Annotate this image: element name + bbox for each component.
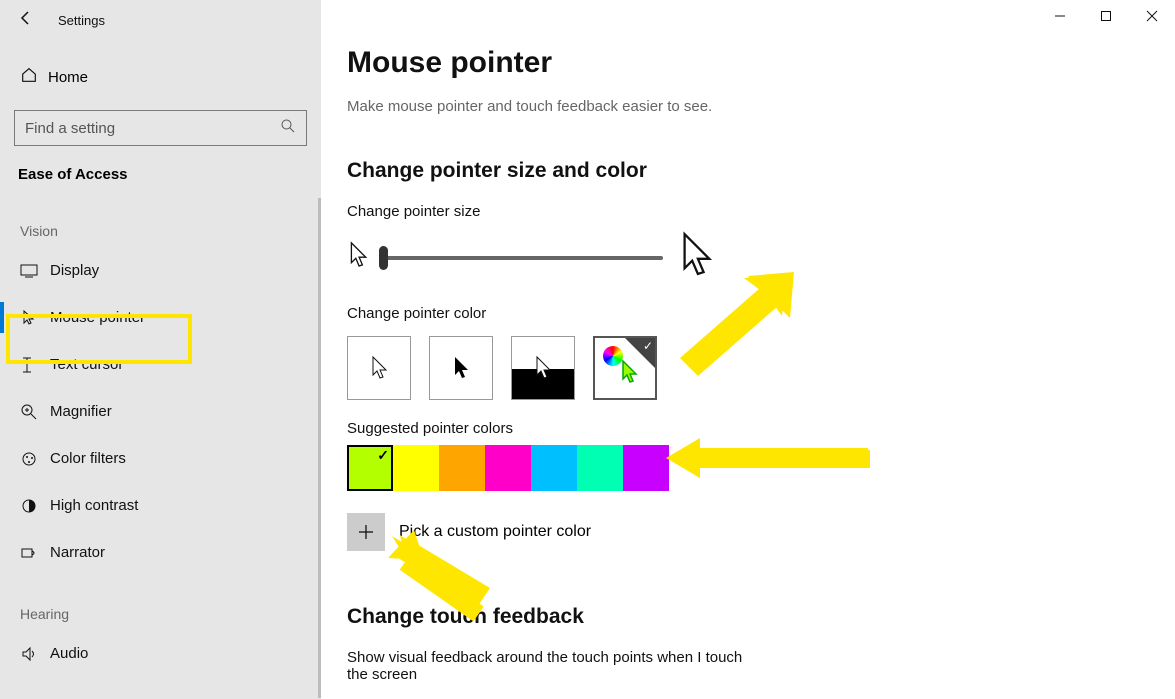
group-heading-vision: Vision xyxy=(0,193,321,247)
search-input[interactable]: Find a setting xyxy=(14,110,307,146)
sidebar-item-magnifier[interactable]: Magnifier xyxy=(0,388,321,435)
maximize-button[interactable] xyxy=(1083,0,1129,32)
search-placeholder: Find a setting xyxy=(25,120,280,137)
search-icon xyxy=(280,118,296,138)
sidebar-item-label: Text cursor xyxy=(50,356,123,373)
pointer-color-options xyxy=(321,322,1175,400)
touch-feedback-text: Show visual feedback around the touch po… xyxy=(321,629,761,683)
suggested-color-0[interactable] xyxy=(347,445,393,491)
suggested-color-6[interactable] xyxy=(623,445,669,491)
pointer-color-label: Change pointer color xyxy=(321,285,1175,322)
pointer-size-slider-row xyxy=(321,220,1175,285)
pointer-size-label: Change pointer size xyxy=(321,183,1175,220)
suggested-color-1[interactable] xyxy=(393,445,439,491)
sidebar-item-label: Mouse pointer xyxy=(50,309,145,326)
pointer-color-white[interactable] xyxy=(347,336,411,400)
sidebar-item-color-filters[interactable]: Color filters xyxy=(0,435,321,482)
display-icon xyxy=(20,264,50,278)
narrator-icon xyxy=(20,544,50,562)
home-link[interactable]: Home xyxy=(0,56,321,98)
cursor-large-icon xyxy=(677,230,715,285)
sidebar: Settings Home Find a setting Ease of Acc… xyxy=(0,0,321,699)
pointer-color-inverted[interactable] xyxy=(511,336,575,400)
section-heading-touch: Change touch feedback xyxy=(321,551,1175,629)
sidebar-item-label: Color filters xyxy=(50,450,126,467)
pointer-size-slider[interactable] xyxy=(383,256,663,260)
magnifier-icon xyxy=(20,403,50,421)
suggested-colors-label: Suggested pointer colors xyxy=(321,400,1175,437)
high-contrast-icon xyxy=(20,497,50,515)
sidebar-item-high-contrast[interactable]: High contrast xyxy=(0,482,321,529)
suggested-color-5[interactable] xyxy=(577,445,623,491)
cursor-small-icon xyxy=(347,240,369,275)
slider-thumb[interactable] xyxy=(379,246,388,270)
category-heading: Ease of Access xyxy=(0,146,321,193)
pointer-color-black[interactable] xyxy=(429,336,493,400)
pointer-color-custom[interactable] xyxy=(593,336,657,400)
sidebar-item-label: Narrator xyxy=(50,544,105,561)
custom-color-label: Pick a custom pointer color xyxy=(399,523,591,541)
sidebar-item-display[interactable]: Display xyxy=(0,247,321,294)
section-heading-size-color: Change pointer size and color xyxy=(321,115,1175,183)
audio-icon xyxy=(20,645,50,663)
home-label: Home xyxy=(48,69,88,86)
suggested-color-3[interactable] xyxy=(485,445,531,491)
color-filters-icon xyxy=(20,450,50,468)
pointer-icon xyxy=(20,309,50,327)
sidebar-item-audio[interactable]: Audio xyxy=(0,630,321,677)
sidebar-item-label: High contrast xyxy=(50,497,138,514)
sidebar-item-label: Magnifier xyxy=(50,403,112,420)
suggested-color-2[interactable] xyxy=(439,445,485,491)
main-content: Mouse pointer Make mouse pointer and tou… xyxy=(321,0,1175,699)
suggested-color-4[interactable] xyxy=(531,445,577,491)
titlebar: Settings xyxy=(0,0,321,40)
group-heading-hearing: Hearing xyxy=(0,576,321,630)
sidebar-item-narrator[interactable]: Narrator xyxy=(0,529,321,576)
suggested-colors-row xyxy=(321,437,1175,491)
sidebar-item-label: Audio xyxy=(50,645,88,662)
custom-color-row: Pick a custom pointer color xyxy=(321,491,1175,551)
pick-custom-color-button[interactable] xyxy=(347,513,385,551)
window-controls xyxy=(1037,0,1175,32)
sidebar-item-text-cursor[interactable]: Text cursor xyxy=(0,341,321,388)
close-button[interactable] xyxy=(1129,0,1175,32)
back-icon[interactable] xyxy=(18,10,38,31)
sidebar-item-label: Display xyxy=(50,262,99,279)
sidebar-item-mouse-pointer[interactable]: Mouse pointer xyxy=(0,294,321,341)
minimize-button[interactable] xyxy=(1037,0,1083,32)
window-title: Settings xyxy=(58,13,105,28)
home-icon xyxy=(20,66,48,88)
page-subtitle: Make mouse pointer and touch feedback ea… xyxy=(321,80,1175,115)
text-cursor-icon xyxy=(20,356,50,374)
